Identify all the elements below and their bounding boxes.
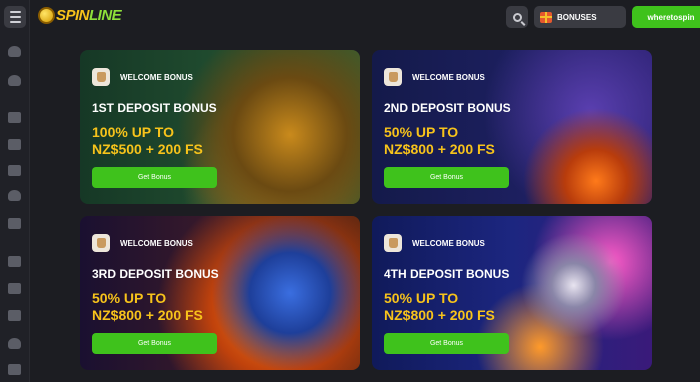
logo-text-line: LINE xyxy=(89,7,122,24)
slot-icon[interactable] xyxy=(8,218,21,229)
get-bonus-button[interactable]: Get Bonus xyxy=(384,167,509,188)
welcome-badge: WELCOME BONUS xyxy=(384,234,485,252)
offer-text: 50% UP TO NZ$800 + 200 FS xyxy=(92,290,203,324)
logo-coin-icon xyxy=(38,7,55,24)
card-title: 2ND DEPOSIT BONUS xyxy=(384,101,511,115)
card-title: 1ST DEPOSIT BONUS xyxy=(92,101,217,115)
badge-label: WELCOME BONUS xyxy=(120,72,193,82)
menu-icon-bar xyxy=(9,16,21,18)
menu-button[interactable] xyxy=(4,6,26,28)
user-icon[interactable] xyxy=(8,75,21,86)
bonus-card: WELCOME BONUS 3RD DEPOSIT BONUS 50% UP T… xyxy=(80,216,360,370)
search-icon xyxy=(512,12,522,22)
offer-line: NZ$800 + 200 FS xyxy=(384,141,495,157)
welcome-badge: WELCOME BONUS xyxy=(92,234,193,252)
badge-label: WELCOME BONUS xyxy=(412,72,485,82)
welcome-badge: WELCOME BONUS xyxy=(92,68,193,86)
menu-icon-bar xyxy=(9,21,21,23)
user-icon[interactable] xyxy=(8,46,21,57)
grid-icon[interactable] xyxy=(8,256,21,267)
get-bonus-button[interactable]: Get Bonus xyxy=(92,333,217,354)
bag-icon xyxy=(384,68,402,86)
wheretospin-button[interactable]: wheretospin xyxy=(632,6,700,28)
flag-icon[interactable] xyxy=(8,364,21,375)
gift-icon[interactable] xyxy=(8,310,21,321)
search-button[interactable] xyxy=(506,6,528,28)
bonus-card: WELCOME BONUS 1ST DEPOSIT BONUS 100% UP … xyxy=(80,50,360,204)
bonus-card: WELCOME BONUS 2ND DEPOSIT BONUS 50% UP T… xyxy=(372,50,652,204)
card-title: 4TH DEPOSIT BONUS xyxy=(384,267,510,281)
logo-text: SPINLINE xyxy=(56,7,122,24)
gift-icon xyxy=(540,11,552,23)
logo-text-spin: SPIN xyxy=(56,7,90,24)
get-bonus-button[interactable]: Get Bonus xyxy=(92,167,217,188)
badge-label: WELCOME BONUS xyxy=(120,238,193,248)
basket-icon[interactable] xyxy=(8,165,21,176)
trophy-icon[interactable] xyxy=(8,338,21,349)
offer-text: 100% UP TO NZ$500 + 200 FS xyxy=(92,124,203,158)
offer-text: 50% UP TO NZ$800 + 200 FS xyxy=(384,124,495,158)
offer-line: 50% UP TO xyxy=(92,290,167,306)
card-title: 3RD DEPOSIT BONUS xyxy=(92,267,219,281)
logo[interactable]: SPINLINE xyxy=(38,7,122,24)
offer-line: NZ$800 + 200 FS xyxy=(92,307,203,323)
bonus-card: WELCOME BONUS 4TH DEPOSIT BONUS 50% UP T… xyxy=(372,216,652,370)
chips-icon[interactable] xyxy=(8,139,21,150)
bonuses-button[interactable]: BONUSES xyxy=(534,6,626,28)
offer-line: NZ$800 + 200 FS xyxy=(384,307,495,323)
menu-icon-bar xyxy=(9,11,21,13)
bag-icon xyxy=(92,68,110,86)
welcome-badge: WELCOME BONUS xyxy=(384,68,485,86)
get-bonus-button[interactable]: Get Bonus xyxy=(384,333,509,354)
bag-icon xyxy=(92,234,110,252)
ticket-icon[interactable] xyxy=(8,283,21,294)
cards-icon[interactable] xyxy=(8,112,21,123)
offer-line: 50% UP TO xyxy=(384,290,459,306)
sidebar xyxy=(0,0,30,382)
bonuses-label: BONUSES xyxy=(557,12,597,22)
shield-icon[interactable] xyxy=(8,190,21,201)
offer-text: 50% UP TO NZ$800 + 200 FS xyxy=(384,290,495,324)
badge-label: WELCOME BONUS xyxy=(412,238,485,248)
offer-line: 50% UP TO xyxy=(384,124,459,140)
offer-line: NZ$500 + 200 FS xyxy=(92,141,203,157)
bag-icon xyxy=(384,234,402,252)
offer-line: 100% UP TO xyxy=(92,124,174,140)
